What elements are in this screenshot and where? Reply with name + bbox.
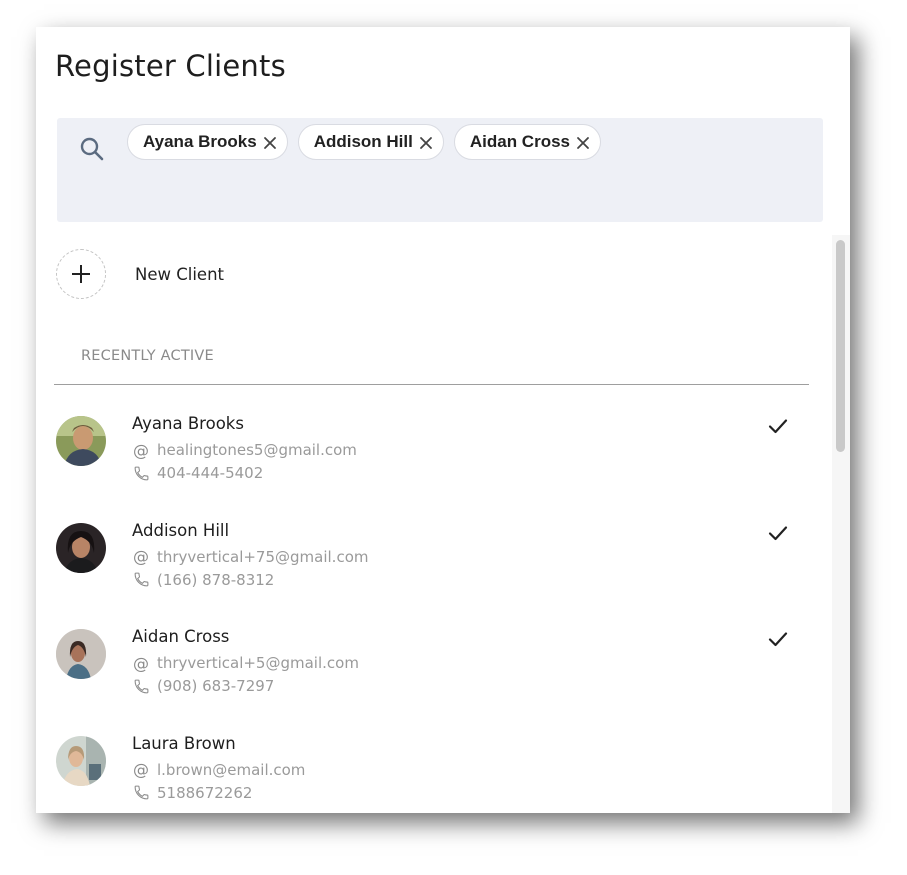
page-title: Register Clients <box>55 49 286 83</box>
checkmark-icon <box>767 522 789 544</box>
client-email: @ l.brown@email.com <box>132 760 306 779</box>
client-phone: 5188672262 <box>132 784 252 802</box>
selected-client-chips: Ayana Brooks Addison Hill Aidan Cross <box>127 124 601 160</box>
email-text: thryvertical+5@gmail.com <box>157 654 359 672</box>
client-phone: (908) 683-7297 <box>132 677 274 695</box>
chip-label: Ayana Brooks <box>143 132 257 151</box>
checkmark-icon <box>767 628 789 650</box>
phone-icon <box>132 677 150 695</box>
phone-icon <box>132 464 150 482</box>
chip-label: Aidan Cross <box>469 132 570 151</box>
email-text: thryvertical+75@gmail.com <box>157 547 369 566</box>
close-icon[interactable] <box>576 135 590 149</box>
client-email: @ thryvertical+5@gmail.com <box>132 653 359 673</box>
list-item[interactable]: Addison Hill @ thryvertical+75@gmail.com… <box>36 517 826 624</box>
avatar <box>56 416 106 466</box>
client-name: Ayana Brooks <box>132 414 244 433</box>
client-name: Addison Hill <box>132 520 230 540</box>
close-icon[interactable] <box>419 135 433 149</box>
chip-label: Addison Hill <box>313 132 413 151</box>
divider <box>54 384 809 385</box>
client-chip[interactable]: Addison Hill <box>297 124 444 160</box>
client-search-field[interactable]: Ayana Brooks Addison Hill Aidan Cross <box>57 118 823 222</box>
register-clients-panel: Register Clients Ayana Brooks Addison Hi… <box>36 27 850 813</box>
avatar <box>56 522 106 573</box>
avatar <box>56 735 106 786</box>
scrollbar-thumb[interactable] <box>836 240 845 452</box>
at-sign-icon: @ <box>133 440 149 460</box>
phone-icon <box>132 784 150 802</box>
close-icon[interactable] <box>263 135 277 149</box>
client-chip[interactable]: Ayana Brooks <box>127 124 288 160</box>
phone-icon <box>132 571 150 589</box>
client-name: Aidan Cross <box>132 627 230 646</box>
client-phone: 404-444-5402 <box>132 464 263 482</box>
new-client-label: New Client <box>135 264 225 284</box>
client-chip[interactable]: Aidan Cross <box>453 124 601 160</box>
client-email: @ healingtones5@gmail.com <box>132 440 357 460</box>
phone-text: 404-444-5402 <box>157 464 264 482</box>
client-list: Ayana Brooks @ healingtones5@gmail.com 4… <box>36 410 826 813</box>
scrollbar[interactable] <box>832 235 850 813</box>
list-item[interactable]: Laura Brown @ l.brown@email.com 51886722… <box>36 730 826 814</box>
checkmark-icon <box>767 415 789 437</box>
at-sign-icon: @ <box>133 760 149 779</box>
search-icon <box>79 136 105 162</box>
client-phone: (166) 878-8312 <box>132 571 274 589</box>
avatar <box>56 629 106 679</box>
email-text: healingtones5@gmail.com <box>157 441 357 459</box>
new-client-button[interactable]: New Client <box>56 249 224 299</box>
at-sign-icon: @ <box>133 547 149 566</box>
client-name: Laura Brown <box>132 733 236 753</box>
email-text: l.brown@email.com <box>157 760 306 779</box>
client-email: @ thryvertical+75@gmail.com <box>132 547 369 566</box>
at-sign-icon: @ <box>133 653 149 673</box>
recently-active-heading: RECENTLY ACTIVE <box>81 348 214 364</box>
plus-icon <box>56 249 106 299</box>
list-item[interactable]: Ayana Brooks @ healingtones5@gmail.com 4… <box>36 410 826 517</box>
phone-text: 5188672262 <box>157 783 253 802</box>
list-item[interactable]: Aidan Cross @ thryvertical+5@gmail.com (… <box>36 623 826 730</box>
phone-text: (908) 683-7297 <box>157 677 275 695</box>
phone-text: (166) 878-8312 <box>157 570 275 589</box>
